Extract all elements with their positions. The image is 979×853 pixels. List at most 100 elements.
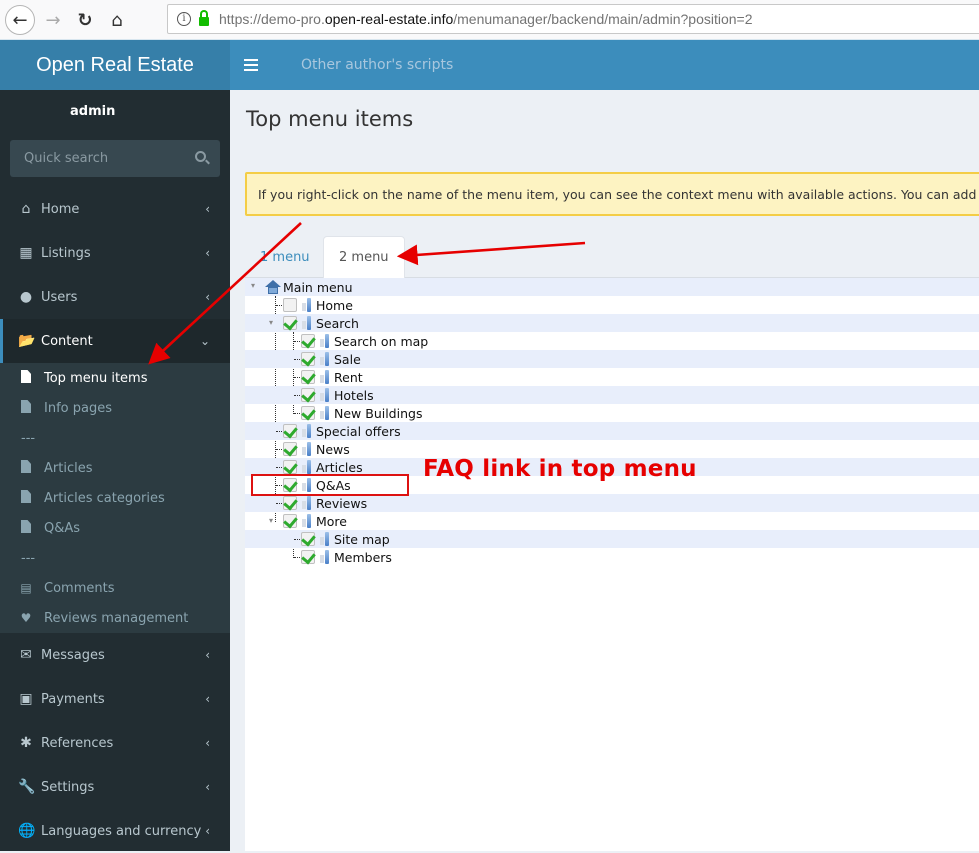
node-checkbox[interactable] xyxy=(283,298,297,312)
hamburger-icon[interactable] xyxy=(244,59,258,71)
home-button[interactable]: ⌂ xyxy=(102,5,132,35)
chevron-left-icon: ‹ xyxy=(205,780,210,794)
page-icon xyxy=(301,424,313,438)
reload-icon: ↻ xyxy=(77,9,93,31)
sidebar-item-home[interactable]: ⌂ Home ‹ xyxy=(0,187,230,231)
sidebar-item-languages-currency[interactable]: 🌐 Languages and currency ‹ xyxy=(0,809,230,853)
tree-node-label[interactable]: Search xyxy=(316,316,359,331)
sidebar-item-references[interactable]: ✱ References ‹ xyxy=(0,721,230,765)
collapse-icon[interactable]: ▾ xyxy=(269,319,277,327)
submenu-item-label: Q&As xyxy=(44,520,81,536)
wrench-icon: 🔧 xyxy=(18,779,36,795)
chevron-left-icon: ‹ xyxy=(205,290,210,304)
grid-icon: ▦ xyxy=(19,245,33,261)
node-checkbox[interactable] xyxy=(283,460,297,474)
node-checkbox[interactable] xyxy=(283,442,297,456)
tree-node-label[interactable]: Home xyxy=(316,298,353,313)
node-checkbox[interactable] xyxy=(301,406,315,420)
user-name: admin xyxy=(70,104,116,119)
chevron-left-icon: ‹ xyxy=(205,246,210,260)
address-bar[interactable]: i https://demo-pro.open-real-estate.info… xyxy=(167,4,979,34)
submenu-separator: --- xyxy=(21,430,36,446)
tree-node: Reviews xyxy=(245,494,979,512)
submenu-item-top-menu-items[interactable]: Top menu items xyxy=(0,363,230,393)
node-checkbox[interactable] xyxy=(301,388,315,402)
sidebar-item-users[interactable]: ● Users ‹ xyxy=(0,275,230,319)
node-checkbox[interactable] xyxy=(301,352,315,366)
node-checkbox[interactable] xyxy=(301,370,315,384)
submenu-item-info-pages[interactable]: Info pages xyxy=(0,393,230,423)
sidebar-item-label: Content xyxy=(41,333,93,349)
back-button[interactable]: ← xyxy=(5,5,35,35)
reload-button[interactable]: ↻ xyxy=(70,5,100,35)
info-icon[interactable]: i xyxy=(177,12,191,26)
tree-node-label[interactable]: Articles xyxy=(316,460,363,475)
tab-1-menu[interactable]: 1 menu xyxy=(245,236,325,278)
page-icon xyxy=(319,352,331,366)
node-checkbox[interactable] xyxy=(283,514,297,528)
tree-node-label[interactable]: Reviews xyxy=(316,496,367,511)
sidebar-item-content[interactable]: 📂 Content ⌄ xyxy=(0,319,230,363)
collapse-icon[interactable]: ▾ xyxy=(269,517,277,525)
tree-node: Home xyxy=(245,296,979,314)
tree-node-label[interactable]: Search on map xyxy=(334,334,428,349)
submenu-item-qas[interactable]: Q&As xyxy=(0,513,230,543)
lock-icon xyxy=(199,10,209,26)
sidebar: admin ⌂ Home ‹ ▦ Listings ‹ ● Users ‹ 📂 … xyxy=(0,90,230,851)
submenu-item-label: Info pages xyxy=(44,400,112,416)
file-icon xyxy=(20,460,32,476)
node-checkbox[interactable] xyxy=(301,532,315,546)
node-checkbox[interactable] xyxy=(301,334,315,348)
url-text[interactable]: https://demo-pro.open-real-estate.info/m… xyxy=(219,11,753,27)
qas-highlight-box xyxy=(251,474,409,496)
node-checkbox[interactable] xyxy=(283,316,297,330)
node-checkbox[interactable] xyxy=(283,424,297,438)
tree-node-label[interactable]: Hotels xyxy=(334,388,374,403)
file-icon xyxy=(20,490,32,506)
tree-node-label[interactable]: Site map xyxy=(334,532,390,547)
page-icon xyxy=(319,406,331,420)
quick-search-input[interactable] xyxy=(24,151,184,166)
sidebar-item-settings[interactable]: 🔧 Settings ‹ xyxy=(0,765,230,809)
sidebar-item-label: Home xyxy=(41,201,80,217)
search-icon[interactable] xyxy=(195,151,206,162)
sidebar-item-label: Languages and currency xyxy=(41,823,202,839)
tree-node: Hotels xyxy=(245,386,979,404)
sidebar-item-label: Messages xyxy=(41,647,105,663)
page-icon xyxy=(319,532,331,546)
file-icon xyxy=(20,400,32,416)
chevron-left-icon: ‹ xyxy=(205,692,210,706)
tree-node-label[interactable]: News xyxy=(316,442,350,457)
tree-node-label[interactable]: Members xyxy=(334,550,392,565)
tree-node-label[interactable]: Sale xyxy=(334,352,361,367)
forward-button[interactable]: → xyxy=(38,5,68,35)
sidebar-item-label: Users xyxy=(41,289,78,305)
tree-node-label[interactable]: More xyxy=(316,514,347,529)
app-logo[interactable]: Open Real Estate xyxy=(0,40,230,90)
sidebar-item-payments[interactable]: ▣ Payments ‹ xyxy=(0,677,230,721)
menu-tree: ▾ Main menu Home ▾ Search Search on map xyxy=(245,278,979,851)
tree-node-label[interactable]: New Buildings xyxy=(334,406,422,421)
tree-node-label[interactable]: Special offers xyxy=(316,424,401,439)
submenu-item-comments[interactable]: ▤ Comments xyxy=(0,573,230,603)
submenu-item-reviews-management[interactable]: ♥ Reviews management xyxy=(0,603,230,633)
home-icon xyxy=(265,280,281,294)
node-checkbox[interactable] xyxy=(301,550,315,564)
page-icon xyxy=(301,316,313,330)
sidebar-item-label: Settings xyxy=(41,779,95,795)
tree-root-label[interactable]: Main menu xyxy=(283,280,353,295)
page-icon xyxy=(301,496,313,510)
submenu-item-articles-categories[interactable]: Articles categories xyxy=(0,483,230,513)
sidebar-item-messages[interactable]: ✉ Messages ‹ xyxy=(0,633,230,677)
other-scripts-link[interactable]: Other author's scripts xyxy=(301,57,453,73)
tree-node-label[interactable]: Rent xyxy=(334,370,363,385)
user-icon: ● xyxy=(19,289,33,305)
tree-node: Special offers xyxy=(245,422,979,440)
submenu-item-articles[interactable]: Articles xyxy=(0,453,230,483)
node-checkbox[interactable] xyxy=(283,496,297,510)
tab-2-menu[interactable]: 2 menu xyxy=(323,236,405,278)
collapse-icon[interactable]: ▾ xyxy=(251,282,259,290)
chevron-down-icon: ⌄ xyxy=(199,334,210,348)
sidebar-item-listings[interactable]: ▦ Listings ‹ xyxy=(0,231,230,275)
file-icon xyxy=(20,520,32,536)
